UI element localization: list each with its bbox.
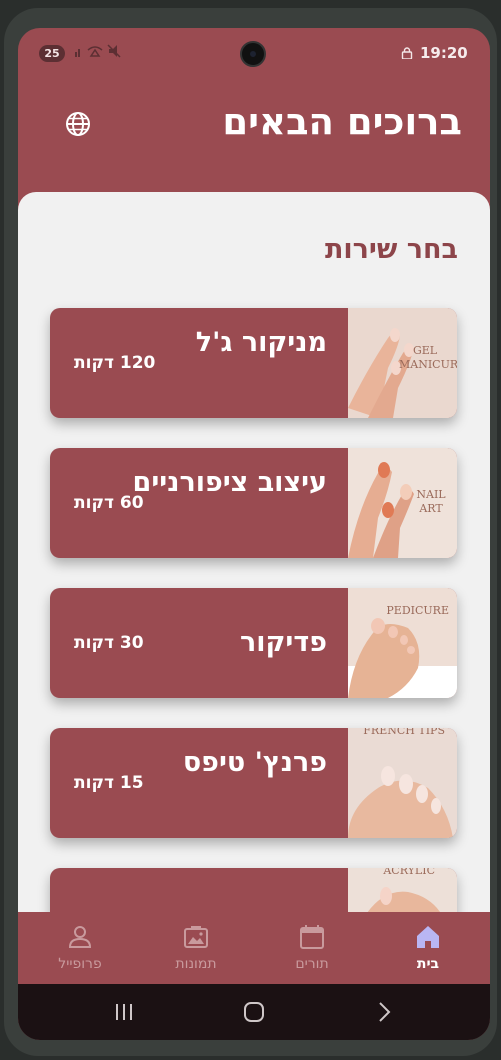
nav-item-home[interactable]: בית (378, 912, 478, 984)
nav-item-profile[interactable]: פרופייל (30, 912, 130, 984)
calendar-icon (300, 925, 324, 949)
nav-label: פרופייל (58, 956, 102, 972)
section-title: בחר שירות (324, 234, 458, 265)
service-card-french-tips[interactable]: פרנץ' טיפס 15 דקות FRENCH TIPS (50, 728, 457, 838)
nav-label: תמונות (175, 956, 217, 972)
recent-apps-icon[interactable] (110, 998, 138, 1026)
globe-icon[interactable] (64, 110, 92, 138)
back-icon[interactable] (370, 998, 398, 1026)
nav-label: תורים (295, 956, 329, 972)
image-caption: GEL MANICURE (399, 344, 457, 371)
nav-item-appointments[interactable]: תורים (262, 912, 362, 984)
nav-item-photos[interactable]: תמונות (146, 912, 246, 984)
service-card-gel-manicure[interactable]: מניקור ג'ל 120 דקות GEL MANICURE (50, 308, 457, 418)
phone-frame: 25 19:20 ברוכים הבאים בחר שירות מניקור ג… (4, 8, 497, 1056)
service-name: עיצוב ציפורניים (132, 467, 327, 498)
bottom-nav: בית תורים תמונות פרופייל (18, 912, 490, 984)
service-card-nail-art[interactable]: עיצוב ציפורניים 60 דקות NAIL ART (50, 448, 457, 558)
lock-icon (401, 47, 413, 59)
system-navigation-bar (18, 984, 490, 1040)
service-image: NAIL ART (348, 448, 457, 558)
home-button-icon[interactable] (240, 998, 268, 1026)
service-card-acrylic[interactable]: ACRYLIC (50, 868, 457, 912)
service-image: FRENCH TIPS (348, 728, 457, 838)
french-tips-illustration (348, 728, 457, 838)
service-duration: 60 דקות (74, 493, 144, 513)
service-duration: 120 דקות (74, 353, 156, 373)
service-image: GEL MANICURE (348, 308, 457, 418)
app-screen: 25 19:20 ברוכים הבאים בחר שירות מניקור ג… (18, 28, 490, 1040)
service-name: פדיקור (240, 627, 327, 658)
image-caption: ACRYLIC (383, 868, 435, 877)
service-duration: 15 דקות (74, 773, 144, 793)
page-title: ברוכים הבאים (222, 100, 462, 143)
service-name: מניקור ג'ל (195, 327, 327, 358)
services-panel: בחר שירות מניקור ג'ל 120 דקות GEL MANICU… (18, 192, 490, 912)
service-image: PEDICURE (348, 588, 457, 698)
service-duration: 30 דקות (74, 633, 144, 653)
status-icons (73, 44, 133, 61)
status-time: 19:20 (420, 44, 468, 62)
image-caption: FRENCH TIPS (363, 728, 445, 737)
notification-count-badge: 25 (39, 45, 65, 62)
status-bar: 25 19:20 (18, 28, 490, 68)
nav-label: בית (416, 956, 440, 972)
home-icon (417, 926, 439, 948)
front-camera (240, 41, 266, 67)
signal-wifi-mute-icons (75, 44, 121, 58)
service-image: ACRYLIC (348, 868, 457, 912)
service-card-pedicure[interactable]: פדיקור 30 דקות PEDICURE (50, 588, 457, 698)
photos-icon (184, 926, 208, 948)
image-caption: PEDICURE (386, 604, 449, 617)
service-name: פרנץ' טיפס (182, 747, 327, 778)
person-icon (68, 926, 92, 948)
image-caption: NAIL ART (416, 488, 446, 515)
